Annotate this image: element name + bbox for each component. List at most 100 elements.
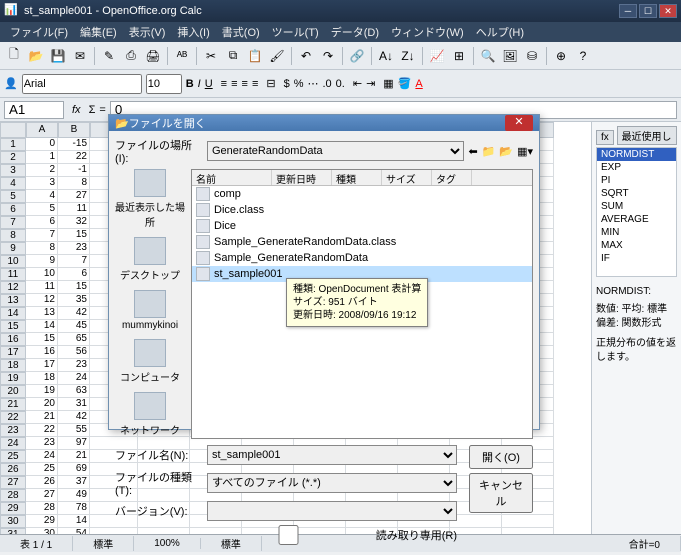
cell[interactable]: 14 xyxy=(26,320,58,333)
location-item[interactable]: コンピュータ xyxy=(115,339,185,384)
italic-icon[interactable]: I xyxy=(198,78,201,90)
cell[interactable]: 13 xyxy=(26,307,58,320)
function-item[interactable]: SQRT xyxy=(597,187,676,200)
row-header[interactable]: 13 xyxy=(0,294,26,307)
row-header[interactable]: 22 xyxy=(0,411,26,424)
edit-icon[interactable]: ✎ xyxy=(99,46,119,66)
cell[interactable]: 7 xyxy=(26,229,58,242)
cell[interactable]: 3 xyxy=(26,177,58,190)
cell[interactable]: 8 xyxy=(58,177,90,190)
standard-format-icon[interactable]: ⋯ xyxy=(307,77,318,90)
cell[interactable]: 31 xyxy=(58,398,90,411)
row-header[interactable]: 12 xyxy=(0,281,26,294)
add-decimal-icon[interactable]: .0 xyxy=(322,78,331,90)
row-header[interactable]: 26 xyxy=(0,463,26,476)
readonly-checkbox[interactable] xyxy=(205,525,372,545)
file-item[interactable]: Sample_GenerateRandomData.class xyxy=(192,234,532,250)
chart-icon[interactable]: 📈 xyxy=(427,46,447,66)
cell[interactable]: 21 xyxy=(58,450,90,463)
cell[interactable]: 65 xyxy=(58,333,90,346)
link-icon[interactable]: 🔗 xyxy=(347,46,367,66)
cell[interactable]: 49 xyxy=(58,489,90,502)
row-header[interactable]: 2 xyxy=(0,151,26,164)
align-left-icon[interactable]: ≡ xyxy=(221,78,227,90)
close-button[interactable]: ✕ xyxy=(659,4,677,18)
function-item[interactable]: IF xyxy=(597,252,676,265)
open-icon[interactable]: 📂 xyxy=(26,46,46,66)
decrease-indent-icon[interactable]: ⇤ xyxy=(353,77,362,90)
minimize-button[interactable]: ─ xyxy=(619,4,637,18)
paste-icon[interactable]: 📋 xyxy=(245,46,265,66)
cell[interactable]: 4 xyxy=(26,190,58,203)
column-header[interactable]: A xyxy=(26,122,58,138)
merge-icon[interactable]: ⊟ xyxy=(266,77,275,90)
new-icon[interactable]: 🗋 xyxy=(4,46,24,66)
row-header[interactable]: 21 xyxy=(0,398,26,411)
location-item[interactable]: デスクトップ xyxy=(115,237,185,282)
zoom-icon[interactable]: ⊕ xyxy=(551,46,571,66)
fx-icon[interactable]: fx xyxy=(68,104,85,116)
file-column-header[interactable]: タグ xyxy=(432,170,472,185)
row-header[interactable]: 18 xyxy=(0,359,26,372)
cell[interactable]: 27 xyxy=(58,190,90,203)
cell[interactable]: 37 xyxy=(58,476,90,489)
sort-desc-icon[interactable]: Z↓ xyxy=(398,46,418,66)
remove-decimal-icon[interactable]: 0. xyxy=(336,78,345,90)
function-item[interactable]: AVERAGE xyxy=(597,213,676,226)
cell[interactable]: 5 xyxy=(26,203,58,216)
cell[interactable]: 9 xyxy=(26,255,58,268)
brush-icon[interactable]: 🖌 xyxy=(267,46,287,66)
open-button[interactable]: 開く(O) xyxy=(469,445,533,469)
row-header[interactable]: 8 xyxy=(0,229,26,242)
font-size-input[interactable] xyxy=(146,74,182,94)
filename-input[interactable]: st_sample001 xyxy=(207,445,457,465)
menu-item[interactable]: 書式(O) xyxy=(216,22,266,42)
row-header[interactable]: 5 xyxy=(0,190,26,203)
mail-icon[interactable]: ✉ xyxy=(70,46,90,66)
cell[interactable]: 69 xyxy=(58,463,90,476)
cell[interactable]: 42 xyxy=(58,307,90,320)
row-header[interactable]: 20 xyxy=(0,385,26,398)
fx-panel-icon[interactable]: fx xyxy=(596,130,614,145)
cell[interactable]: -1 xyxy=(58,164,90,177)
filetype-select[interactable]: すべてのファイル (*.*) xyxy=(207,473,457,493)
cell[interactable]: 63 xyxy=(58,385,90,398)
row-header[interactable]: 4 xyxy=(0,177,26,190)
cell[interactable]: 23 xyxy=(58,359,90,372)
row-header[interactable]: 7 xyxy=(0,216,26,229)
function-item[interactable]: NORMDIST xyxy=(597,148,676,161)
row-header[interactable]: 15 xyxy=(0,320,26,333)
recent-dropdown[interactable]: 最近使用し xyxy=(617,126,677,145)
function-item[interactable]: PI xyxy=(597,174,676,187)
file-column-header[interactable]: サイズ xyxy=(382,170,432,185)
cell[interactable]: 22 xyxy=(26,424,58,437)
align-right-icon[interactable]: ≡ xyxy=(242,78,248,90)
percent-icon[interactable]: % xyxy=(294,78,304,90)
cell[interactable]: 18 xyxy=(26,372,58,385)
menu-item[interactable]: データ(D) xyxy=(325,22,385,42)
cell[interactable]: 15 xyxy=(26,333,58,346)
border-icon[interactable]: ▦ xyxy=(383,77,393,90)
cell[interactable]: 23 xyxy=(58,242,90,255)
menu-item[interactable]: 挿入(I) xyxy=(171,22,215,42)
cell[interactable]: 11 xyxy=(58,203,90,216)
copy-icon[interactable]: ⧉ xyxy=(223,46,243,66)
row-header[interactable]: 14 xyxy=(0,307,26,320)
cell[interactable]: 16 xyxy=(26,346,58,359)
cell[interactable]: 54 xyxy=(58,528,90,534)
cell[interactable]: 97 xyxy=(58,437,90,450)
file-list[interactable]: 名前更新日時種類サイズタグ compDice.classDiceSample_G… xyxy=(191,169,533,439)
version-select[interactable] xyxy=(207,501,457,521)
help-icon[interactable]: ? xyxy=(573,46,593,66)
cut-icon[interactable]: ✂ xyxy=(201,46,221,66)
bold-icon[interactable]: B xyxy=(186,78,194,90)
menu-item[interactable]: ツール(T) xyxy=(266,22,325,42)
spell-icon[interactable]: ᴬᴮ xyxy=(172,46,192,66)
file-item[interactable]: Dice.class xyxy=(192,202,532,218)
datasource-icon[interactable]: ⛁ xyxy=(522,46,542,66)
row-header[interactable]: 27 xyxy=(0,476,26,489)
cell[interactable]: 11 xyxy=(26,281,58,294)
cell[interactable]: 24 xyxy=(58,372,90,385)
cell[interactable]: 45 xyxy=(58,320,90,333)
cell[interactable]: 10 xyxy=(26,268,58,281)
